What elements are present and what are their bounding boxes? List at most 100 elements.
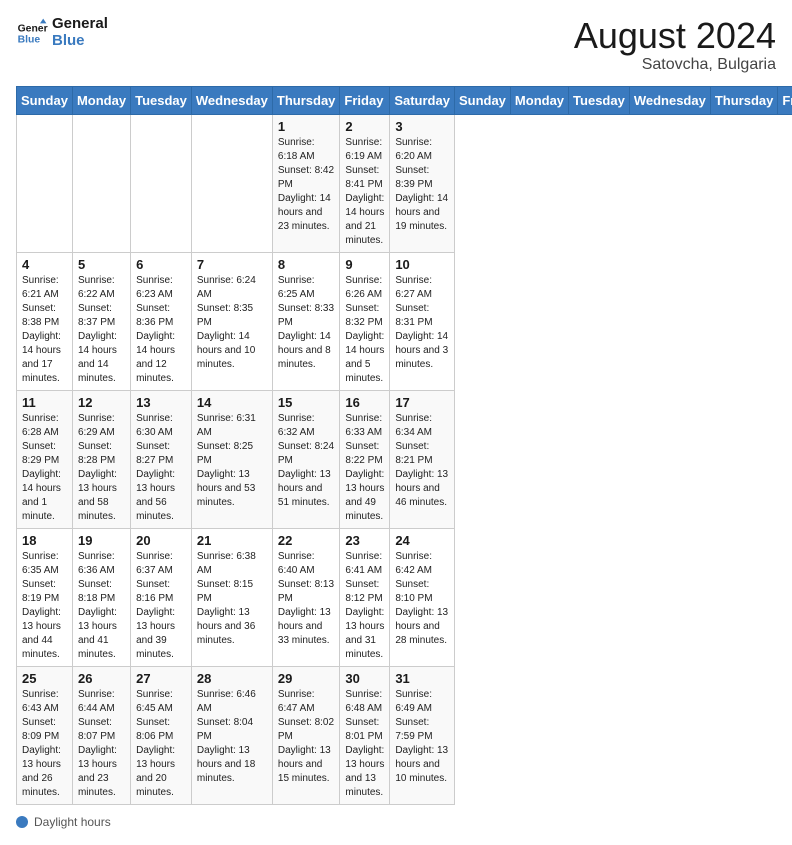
calendar-cell: 24 Sunrise: 6:42 AMSunset: 8:10 PMDayligh… <box>390 528 455 666</box>
calendar-cell: 4 Sunrise: 6:21 AMSunset: 8:38 PMDaylight… <box>17 252 73 390</box>
logo-icon: General Blue <box>16 17 48 49</box>
day-info: Sunrise: 6:35 AMSunset: 8:19 PMDaylight:… <box>22 550 67 662</box>
day-number: 6 <box>136 257 186 272</box>
footer: Daylight hours <box>16 815 776 829</box>
calendar-cell: 23 Sunrise: 6:41 AMSunset: 8:12 PMDayligh… <box>340 528 390 666</box>
calendar-cell: 25 Sunrise: 6:43 AMSunset: 8:09 PMDayligh… <box>17 666 73 804</box>
day-info: Sunrise: 6:18 AMSunset: 8:42 PMDaylight:… <box>278 136 335 234</box>
calendar-cell: 6 Sunrise: 6:23 AMSunset: 8:36 PMDaylight… <box>131 252 192 390</box>
day-number: 14 <box>197 395 267 410</box>
day-info: Sunrise: 6:41 AMSunset: 8:12 PMDaylight:… <box>345 550 384 662</box>
calendar-week-row: 11 Sunrise: 6:28 AMSunset: 8:29 PMDayligh… <box>17 390 792 528</box>
calendar-cell: 22Sunrise: 6:40 AMSunset: 8:13 PMDayligh… <box>272 528 340 666</box>
weekday-header-tuesday: Tuesday <box>569 86 630 114</box>
calendar-cell: 30 Sunrise: 6:48 AMSunset: 8:01 PMDayligh… <box>340 666 390 804</box>
calendar-week-row: 4 Sunrise: 6:21 AMSunset: 8:38 PMDaylight… <box>17 252 792 390</box>
calendar-cell: 1Sunrise: 6:18 AMSunset: 8:42 PMDaylight… <box>272 114 340 252</box>
day-number: 30 <box>345 671 384 686</box>
location-subtitle: Satovcha, Bulgaria <box>574 56 776 74</box>
day-info: Sunrise: 6:43 AMSunset: 8:09 PMDaylight:… <box>22 688 67 800</box>
day-info: Sunrise: 6:23 AMSunset: 8:36 PMDaylight:… <box>136 274 186 386</box>
day-info: Sunrise: 6:29 AMSunset: 8:28 PMDaylight:… <box>78 412 125 524</box>
day-info: Sunrise: 6:28 AMSunset: 8:29 PMDaylight:… <box>22 412 67 524</box>
calendar-cell: 2 Sunrise: 6:19 AMSunset: 8:41 PMDaylight… <box>340 114 390 252</box>
day-info: Sunrise: 6:48 AMSunset: 8:01 PMDaylight:… <box>345 688 384 800</box>
day-number: 21 <box>197 533 267 548</box>
calendar-cell: 12 Sunrise: 6:29 AMSunset: 8:28 PMDayligh… <box>72 390 130 528</box>
day-of-week-wednesday: Wednesday <box>191 86 272 114</box>
day-number: 28 <box>197 671 267 686</box>
svg-text:Blue: Blue <box>18 34 41 45</box>
calendar-cell: 18Sunrise: 6:35 AMSunset: 8:19 PMDayligh… <box>17 528 73 666</box>
calendar-week-row: 1Sunrise: 6:18 AMSunset: 8:42 PMDaylight… <box>17 114 792 252</box>
calendar-cell: 17Sunrise: 6:34 AMSunset: 8:21 PMDayligh… <box>390 390 455 528</box>
calendar-cell: 11 Sunrise: 6:28 AMSunset: 8:29 PMDayligh… <box>17 390 73 528</box>
day-of-week-tuesday: Tuesday <box>131 86 192 114</box>
calendar-cell <box>191 114 272 252</box>
calendar-cell <box>72 114 130 252</box>
day-number: 25 <box>22 671 67 686</box>
calendar-cell: 3Sunrise: 6:20 AMSunset: 8:39 PMDaylight… <box>390 114 455 252</box>
day-info: Sunrise: 6:37 AMSunset: 8:16 PMDaylight:… <box>136 550 186 662</box>
day-info: Sunrise: 6:24 AMSunset: 8:35 PMDaylight:… <box>197 274 267 372</box>
day-number: 31 <box>395 671 449 686</box>
day-number: 17 <box>395 395 449 410</box>
calendar-cell: 15Sunrise: 6:32 AMSunset: 8:24 PMDayligh… <box>272 390 340 528</box>
calendar-cell: 13Sunrise: 6:30 AMSunset: 8:27 PMDayligh… <box>131 390 192 528</box>
day-info: Sunrise: 6:26 AMSunset: 8:32 PMDaylight:… <box>345 274 384 386</box>
calendar-cell: 5 Sunrise: 6:22 AMSunset: 8:37 PMDaylight… <box>72 252 130 390</box>
calendar-cell: 29Sunrise: 6:47 AMSunset: 8:02 PMDayligh… <box>272 666 340 804</box>
calendar-cell: 27Sunrise: 6:45 AMSunset: 8:06 PMDayligh… <box>131 666 192 804</box>
calendar-cell: 19Sunrise: 6:36 AMSunset: 8:18 PMDayligh… <box>72 528 130 666</box>
day-number: 15 <box>278 395 335 410</box>
calendar-cell: 21 Sunrise: 6:38 AMSunset: 8:15 PMDayligh… <box>191 528 272 666</box>
day-info: Sunrise: 6:44 AMSunset: 8:07 PMDaylight:… <box>78 688 125 800</box>
title-block: August 2024 Satovcha, Bulgaria <box>574 16 776 74</box>
day-info: Sunrise: 6:38 AMSunset: 8:15 PMDaylight:… <box>197 550 267 648</box>
day-of-week-monday: Monday <box>72 86 130 114</box>
calendar-cell: 14Sunrise: 6:31 AMSunset: 8:25 PMDayligh… <box>191 390 272 528</box>
day-number: 12 <box>78 395 125 410</box>
day-number: 5 <box>78 257 125 272</box>
footer-dot-icon <box>16 816 28 828</box>
day-of-week-friday: Friday <box>340 86 390 114</box>
weekday-header-sunday: Sunday <box>454 86 510 114</box>
footer-label: Daylight hours <box>34 815 111 829</box>
day-number: 2 <box>345 119 384 134</box>
calendar-cell <box>17 114 73 252</box>
day-number: 11 <box>22 395 67 410</box>
day-info: Sunrise: 6:21 AMSunset: 8:38 PMDaylight:… <box>22 274 67 386</box>
month-year-title: August 2024 <box>574 16 776 56</box>
day-number: 24 <box>395 533 449 548</box>
day-number: 23 <box>345 533 384 548</box>
logo-general: General <box>52 16 108 33</box>
calendar-cell: 26Sunrise: 6:44 AMSunset: 8:07 PMDayligh… <box>72 666 130 804</box>
weekday-header-wednesday: Wednesday <box>629 86 710 114</box>
day-info: Sunrise: 6:25 AMSunset: 8:33 PMDaylight:… <box>278 274 335 372</box>
calendar-week-row: 25 Sunrise: 6:43 AMSunset: 8:09 PMDayligh… <box>17 666 792 804</box>
calendar-cell <box>131 114 192 252</box>
calendar-cell: 20 Sunrise: 6:37 AMSunset: 8:16 PMDayligh… <box>131 528 192 666</box>
day-info: Sunrise: 6:19 AMSunset: 8:41 PMDaylight:… <box>345 136 384 248</box>
day-info: Sunrise: 6:42 AMSunset: 8:10 PMDaylight:… <box>395 550 449 648</box>
calendar-cell: 28Sunrise: 6:46 AMSunset: 8:04 PMDayligh… <box>191 666 272 804</box>
calendar-cell: 10 Sunrise: 6:27 AMSunset: 8:31 PMDayligh… <box>390 252 455 390</box>
weekday-header-friday: Friday <box>778 86 792 114</box>
day-info: Sunrise: 6:27 AMSunset: 8:31 PMDaylight:… <box>395 274 449 372</box>
day-info: Sunrise: 6:40 AMSunset: 8:13 PMDaylight:… <box>278 550 335 648</box>
day-number: 20 <box>136 533 186 548</box>
day-of-week-sunday: Sunday <box>17 86 73 114</box>
day-of-week-thursday: Thursday <box>272 86 340 114</box>
day-number: 8 <box>278 257 335 272</box>
day-number: 29 <box>278 671 335 686</box>
day-number: 9 <box>345 257 384 272</box>
page-header: General Blue General Blue August 2024 Sa… <box>16 16 776 74</box>
day-number: 19 <box>78 533 125 548</box>
day-info: Sunrise: 6:22 AMSunset: 8:37 PMDaylight:… <box>78 274 125 386</box>
day-number: 10 <box>395 257 449 272</box>
day-number: 13 <box>136 395 186 410</box>
calendar-table: SundayMondayTuesdayWednesdayThursdayFrid… <box>16 86 792 805</box>
day-info: Sunrise: 6:20 AMSunset: 8:39 PMDaylight:… <box>395 136 449 234</box>
day-number: 4 <box>22 257 67 272</box>
day-info: Sunrise: 6:33 AMSunset: 8:22 PMDaylight:… <box>345 412 384 524</box>
